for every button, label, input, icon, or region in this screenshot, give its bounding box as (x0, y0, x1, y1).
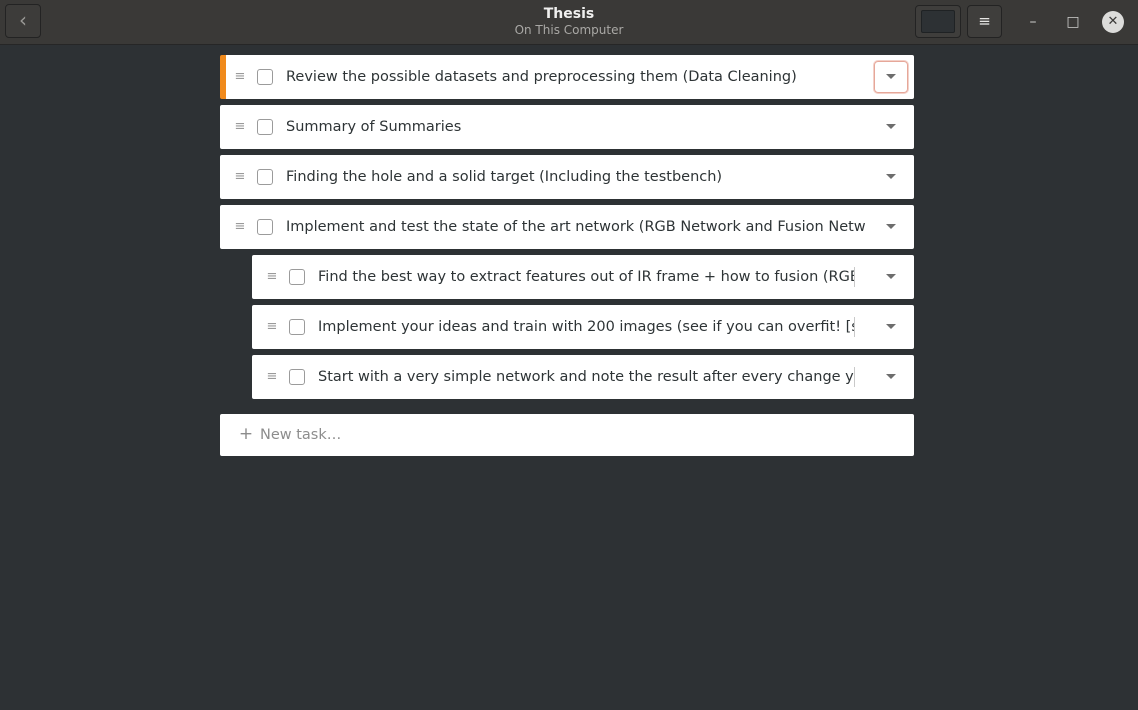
task-row[interactable]: ≡ Finding the hole and a solid target (I… (220, 155, 914, 199)
task-title[interactable]: Start with a very simple network and not… (318, 367, 855, 387)
minimize-icon: – (1029, 14, 1037, 30)
expand-button[interactable] (874, 61, 908, 93)
chevron-down-icon (886, 374, 896, 379)
minimize-button[interactable]: – (1022, 11, 1044, 33)
task-checkbox[interactable] (257, 219, 273, 235)
drag-handle-icon[interactable]: ≡ (234, 217, 246, 237)
expand-button[interactable] (874, 161, 908, 193)
task-title[interactable]: Summary of Summaries (286, 117, 846, 137)
task-title[interactable]: Find the best way to extract features ou… (318, 267, 855, 287)
drag-handle-icon[interactable]: ≡ (234, 117, 246, 137)
expand-button[interactable] (874, 211, 908, 243)
task-row[interactable]: ≡ Implement and test the state of the ar… (220, 205, 914, 249)
chevron-down-icon (886, 224, 896, 229)
task-checkbox[interactable] (289, 369, 305, 385)
chevron-down-icon (886, 274, 896, 279)
new-task-input[interactable] (260, 425, 860, 445)
list-color-button[interactable] (915, 5, 961, 38)
expand-button[interactable] (874, 111, 908, 143)
task-checkbox[interactable] (257, 69, 273, 85)
maximize-icon: □ (1066, 14, 1080, 30)
task-title[interactable]: Review the possible datasets and preproc… (286, 67, 846, 87)
task-checkbox[interactable] (257, 119, 273, 135)
task-checkbox[interactable] (289, 269, 305, 285)
drag-handle-icon[interactable]: ≡ (266, 267, 278, 287)
chevron-down-icon (886, 174, 896, 179)
expand-button[interactable] (874, 311, 908, 343)
hamburger-menu-icon: ≡ (978, 12, 991, 30)
task-row[interactable]: ≡ Review the possible datasets and prepr… (220, 55, 914, 99)
task-title[interactable]: Finding the hole and a solid target (Inc… (286, 167, 846, 187)
expand-button[interactable] (874, 261, 908, 293)
header-bar: ‹ Thesis On This Computer ≡ – □ ✕ (0, 0, 1138, 45)
chevron-down-icon (886, 324, 896, 329)
subtask-row[interactable]: ≡ Start with a very simple network and n… (252, 355, 914, 399)
color-swatch (921, 10, 955, 33)
drag-handle-icon[interactable]: ≡ (266, 317, 278, 337)
close-icon: ✕ (1107, 14, 1119, 29)
subtask-row[interactable]: ≡ Implement your ideas and train with 20… (252, 305, 914, 349)
task-title[interactable]: Implement and test the state of the art … (286, 217, 866, 237)
maximize-button[interactable]: □ (1062, 11, 1084, 33)
task-checkbox[interactable] (257, 169, 273, 185)
drag-handle-icon[interactable]: ≡ (266, 367, 278, 387)
chevron-down-icon (886, 124, 896, 129)
plus-icon: + (238, 424, 254, 444)
menu-button[interactable]: ≡ (967, 5, 1002, 38)
subtask-row[interactable]: ≡ Find the best way to extract features … (252, 255, 914, 299)
new-task-row[interactable]: + (220, 414, 914, 456)
drag-handle-icon[interactable]: ≡ (234, 167, 246, 187)
expand-button[interactable] (874, 361, 908, 393)
drag-handle-icon[interactable]: ≡ (234, 67, 246, 87)
close-button[interactable]: ✕ (1102, 11, 1124, 33)
task-title[interactable]: Implement your ideas and train with 200 … (318, 317, 855, 337)
task-checkbox[interactable] (289, 319, 305, 335)
task-row[interactable]: ≡ Summary of Summaries (220, 105, 914, 149)
chevron-down-icon (886, 74, 896, 79)
